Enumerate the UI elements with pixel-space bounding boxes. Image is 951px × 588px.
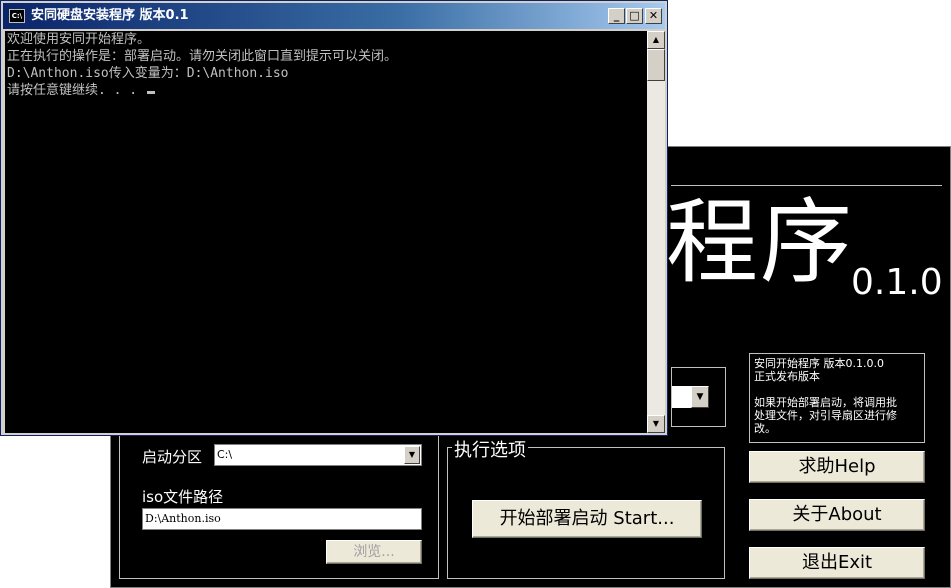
console-title: 安同硬盘安装程序 版本0.1 bbox=[31, 8, 189, 23]
exit-button[interactable]: 退出Exit bbox=[749, 547, 925, 579]
partition-label: 启动分区 bbox=[142, 448, 203, 466]
info-line: 如果开始部署启动，将调用批 bbox=[754, 396, 897, 409]
options-group: 执行选项 开始部署启动 Start... bbox=[447, 436, 725, 579]
options-legend: 执行选项 bbox=[452, 436, 528, 462]
iso-path-value: D:\Anthon.iso bbox=[145, 512, 221, 525]
info-line: 安同开始程序 版本0.1.0.0 bbox=[754, 357, 884, 370]
info-panel: 安同开始程序 版本0.1.0.0 正式发布版本 如果开始部署启动，将调用批 处理… bbox=[749, 353, 925, 443]
chevron-down-icon[interactable]: ▼ bbox=[404, 446, 420, 464]
partition-select[interactable]: C:\ ▼ bbox=[214, 444, 422, 466]
chevron-down-icon[interactable]: ▼ bbox=[691, 386, 709, 408]
scroll-down-icon[interactable]: ▼ bbox=[647, 415, 665, 433]
partition-value: C:\ bbox=[217, 448, 233, 461]
title-divider bbox=[671, 185, 942, 186]
console-line: 欢迎使用安同开始程序。 bbox=[7, 32, 151, 47]
console-window: C:\ 安同硬盘安装程序 版本0.1 _ □ ✕ 欢迎使用安同开始程序。正在执行… bbox=[0, 0, 668, 436]
iso-path-label: iso文件路径 bbox=[142, 488, 224, 506]
console-app-icon: C:\ bbox=[9, 9, 25, 23]
console-line: 请按任意键继续. . . bbox=[7, 82, 647, 99]
app-big-title: 程序 bbox=[666, 189, 855, 296]
info-line: 正式发布版本 bbox=[754, 370, 820, 383]
console-output[interactable]: 欢迎使用安同开始程序。正在执行的操作是：部署启动。请勿关闭此窗口直到提示可以关闭… bbox=[5, 31, 647, 433]
console-line: D:\Anthon.iso传入变量为：D:\Anthon.iso bbox=[7, 66, 289, 81]
info-line: 改。 bbox=[754, 422, 776, 435]
vertical-scrollbar[interactable]: ▲ ▼ bbox=[647, 31, 665, 433]
mode-group: ▼ bbox=[671, 367, 726, 427]
start-button[interactable]: 开始部署启动 Start... bbox=[472, 500, 702, 538]
minimize-icon[interactable]: _ bbox=[608, 8, 625, 24]
console-titlebar[interactable]: C:\ 安同硬盘安装程序 版本0.1 _ □ ✕ bbox=[3, 3, 665, 29]
info-line: 处理文件，对引导扇区进行修 bbox=[754, 409, 897, 422]
iso-path-input[interactable]: D:\Anthon.iso bbox=[142, 508, 422, 530]
help-button[interactable]: 求助Help bbox=[749, 451, 925, 483]
close-icon[interactable]: ✕ bbox=[645, 8, 662, 24]
about-button[interactable]: 关于About bbox=[749, 499, 925, 531]
app-version: 0.1.0 bbox=[851, 262, 943, 303]
scroll-up-icon[interactable]: ▲ bbox=[647, 31, 665, 49]
settings-group: 启动分区 C:\ ▼ iso文件路径 D:\Anthon.iso 浏览... bbox=[119, 435, 439, 579]
scroll-thumb[interactable] bbox=[647, 49, 665, 81]
console-prompt: 请按任意键继续. . . bbox=[7, 83, 145, 98]
maximize-icon[interactable]: □ bbox=[626, 8, 643, 24]
text-cursor bbox=[146, 91, 155, 94]
browse-button[interactable]: 浏览... bbox=[326, 540, 422, 564]
console-line: 正在执行的操作是：部署启动。请勿关闭此窗口直到提示可以关闭。 bbox=[7, 49, 398, 64]
